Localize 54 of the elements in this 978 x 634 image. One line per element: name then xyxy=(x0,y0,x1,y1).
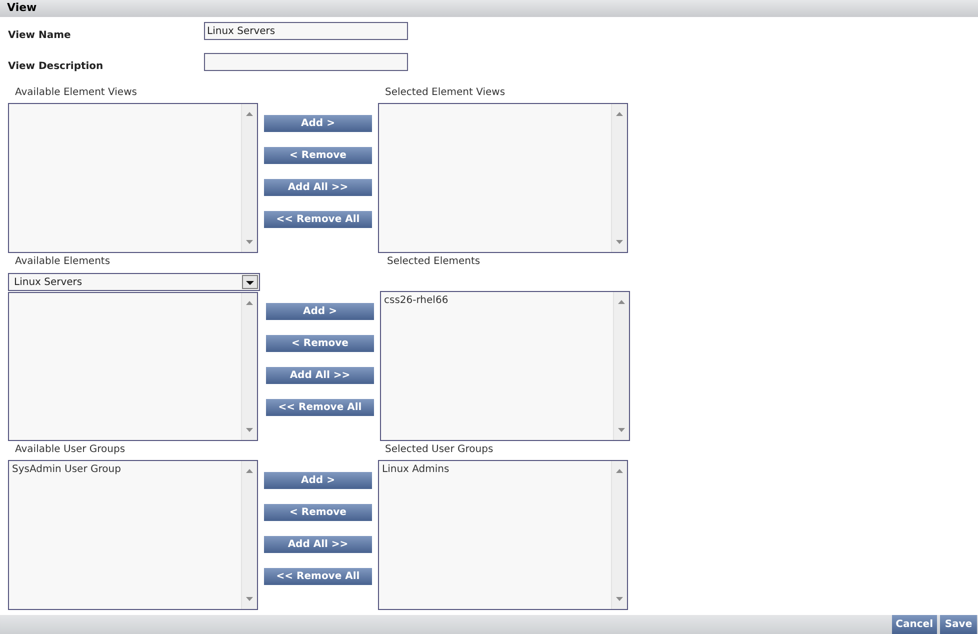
scroll-down-icon[interactable] xyxy=(618,428,625,432)
scrollbar[interactable] xyxy=(613,292,629,440)
field-label: View Description xyxy=(8,61,104,72)
transfer-button[interactable]: << Remove All xyxy=(264,568,372,585)
transfer-button[interactable]: << Remove All xyxy=(266,399,374,416)
list-label: Selected Element Views xyxy=(385,86,506,100)
scroll-up-icon[interactable] xyxy=(616,112,623,116)
list-label: Selected Elements xyxy=(387,254,480,268)
scroll-up-icon[interactable] xyxy=(246,301,253,305)
transfer-button[interactable]: Add > xyxy=(266,303,374,320)
list-box[interactable]: SysAdmin User Group xyxy=(8,460,258,610)
list-box[interactable] xyxy=(8,292,258,441)
transfer-button[interactable]: < Remove xyxy=(264,147,372,164)
transfer-button[interactable]: Add > xyxy=(264,472,372,489)
text-input[interactable]: Linux Servers xyxy=(204,22,408,40)
transfer-button[interactable]: << Remove All xyxy=(264,211,372,228)
scrollbar[interactable] xyxy=(241,104,257,252)
text-input[interactable] xyxy=(204,53,408,71)
transfer-button[interactable]: Add All >> xyxy=(264,179,372,196)
scrollbar[interactable] xyxy=(611,104,627,252)
transfer-button[interactable]: Add > xyxy=(264,115,372,132)
footer-button[interactable]: Save xyxy=(940,615,977,634)
scroll-up-icon[interactable] xyxy=(246,469,253,473)
field-label: View Name xyxy=(8,30,71,41)
transfer-button[interactable]: Add All >> xyxy=(264,536,372,553)
scroll-down-icon[interactable] xyxy=(246,428,253,432)
list-box[interactable] xyxy=(378,103,628,253)
list-option[interactable]: SysAdmin User Group xyxy=(11,463,239,477)
scroll-down-icon[interactable] xyxy=(246,597,253,601)
scrollbar[interactable] xyxy=(611,461,627,609)
list-box[interactable] xyxy=(8,103,258,253)
scrollbar[interactable] xyxy=(241,461,257,609)
scroll-down-icon[interactable] xyxy=(616,240,623,244)
list-label: Available Elements xyxy=(15,254,110,268)
footer-button[interactable]: Cancel xyxy=(892,615,937,634)
scroll-up-icon[interactable] xyxy=(616,469,623,473)
list-box[interactable]: Linux Admins xyxy=(378,460,628,610)
scroll-down-icon[interactable] xyxy=(616,597,623,601)
list-option[interactable]: Linux Admins xyxy=(381,463,609,477)
scroll-up-icon[interactable] xyxy=(618,300,625,304)
scrollbar[interactable] xyxy=(241,293,257,440)
scroll-down-icon[interactable] xyxy=(246,240,253,244)
transfer-button[interactable]: < Remove xyxy=(266,335,374,352)
header-title: View xyxy=(7,0,37,16)
list-label: Available Element Views xyxy=(15,86,137,100)
transfer-button[interactable]: < Remove xyxy=(264,504,372,521)
list-option[interactable]: css26-rhel66 xyxy=(383,294,611,308)
transfer-button[interactable]: Add All >> xyxy=(266,367,374,384)
dropdown-caret-icon[interactable] xyxy=(242,275,258,289)
dropdown[interactable]: Linux Servers xyxy=(8,273,260,291)
list-label: Available User Groups xyxy=(15,442,126,456)
scroll-up-icon[interactable] xyxy=(246,112,253,116)
list-label: Selected User Groups xyxy=(385,442,494,456)
list-box[interactable]: css26-rhel66 xyxy=(380,291,630,441)
